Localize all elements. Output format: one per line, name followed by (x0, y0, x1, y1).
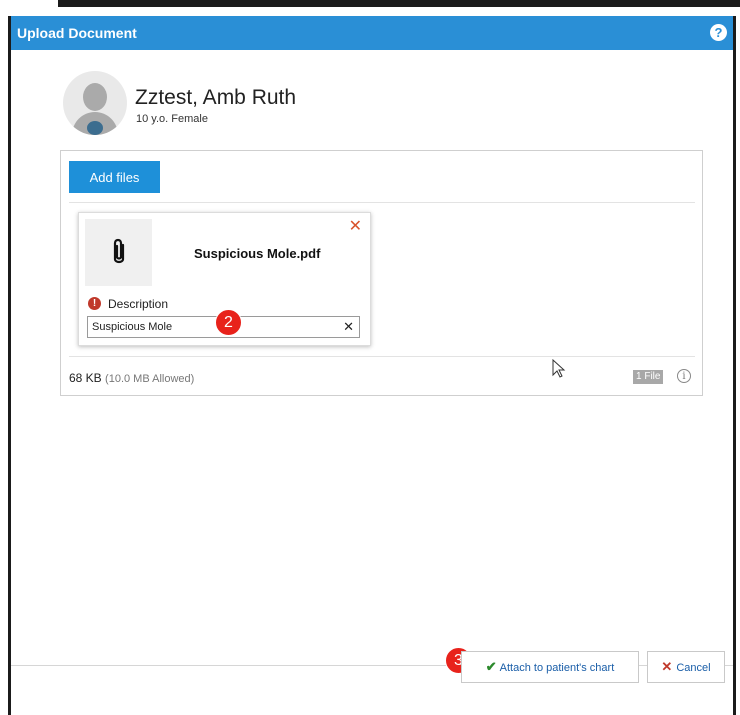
upload-panel: Add files Suspicious Mole.pdf ✕ ! Descri… (60, 150, 703, 396)
patient-name: Zztest, Amb Ruth (135, 86, 297, 109)
error-icon: ! (88, 297, 101, 310)
check-icon: ✔ (485, 659, 497, 674)
description-label: Description (108, 297, 169, 311)
add-files-button[interactable]: Add files (69, 161, 160, 193)
cancel-button[interactable]: ✕ Cancel (647, 651, 725, 683)
top-strip (0, 0, 740, 12)
upload-document-dialog: Upload Document ? Zztest, Amb Ruth 10 y.… (8, 16, 736, 715)
description-input[interactable] (92, 319, 332, 335)
clear-description-icon[interactable]: ✕ (343, 319, 354, 335)
window-edge (58, 0, 740, 7)
file-size: 68 KB (69, 371, 102, 385)
file-count-badge: 1 File (633, 370, 664, 384)
dialog-titlebar: Upload Document ? (11, 16, 733, 50)
close-icon: ✕ (661, 659, 673, 674)
step-2-callout: 2 (215, 309, 242, 336)
dialog-title: Upload Document (17, 25, 137, 41)
divider (69, 202, 695, 203)
avatar (63, 71, 127, 135)
file-name: Suspicious Mole.pdf (194, 246, 321, 261)
avatar-collar (87, 121, 103, 135)
file-size-summary: 68 KB (10.0 MB Allowed) (69, 371, 194, 385)
remove-file-icon[interactable]: ✕ (349, 216, 362, 236)
patient-info: 10 y.o. Female (136, 113, 208, 125)
attach-label: Attach to patient's chart (499, 662, 615, 674)
cancel-label: Cancel (676, 662, 711, 674)
help-icon[interactable]: ? (710, 24, 727, 41)
screenshot-frame: Upload Document ? Zztest, Amb Ruth 10 y.… (0, 0, 740, 715)
info-icon[interactable]: i (677, 369, 691, 383)
mouse-cursor-icon (552, 359, 566, 378)
avatar-head (83, 83, 107, 111)
divider (69, 356, 695, 357)
size-allowed: (10.0 MB Allowed) (105, 373, 195, 385)
paperclip-icon (113, 238, 125, 264)
attach-to-chart-button[interactable]: ✔ Attach to patient's chart (461, 651, 639, 683)
file-thumbnail (85, 219, 152, 286)
